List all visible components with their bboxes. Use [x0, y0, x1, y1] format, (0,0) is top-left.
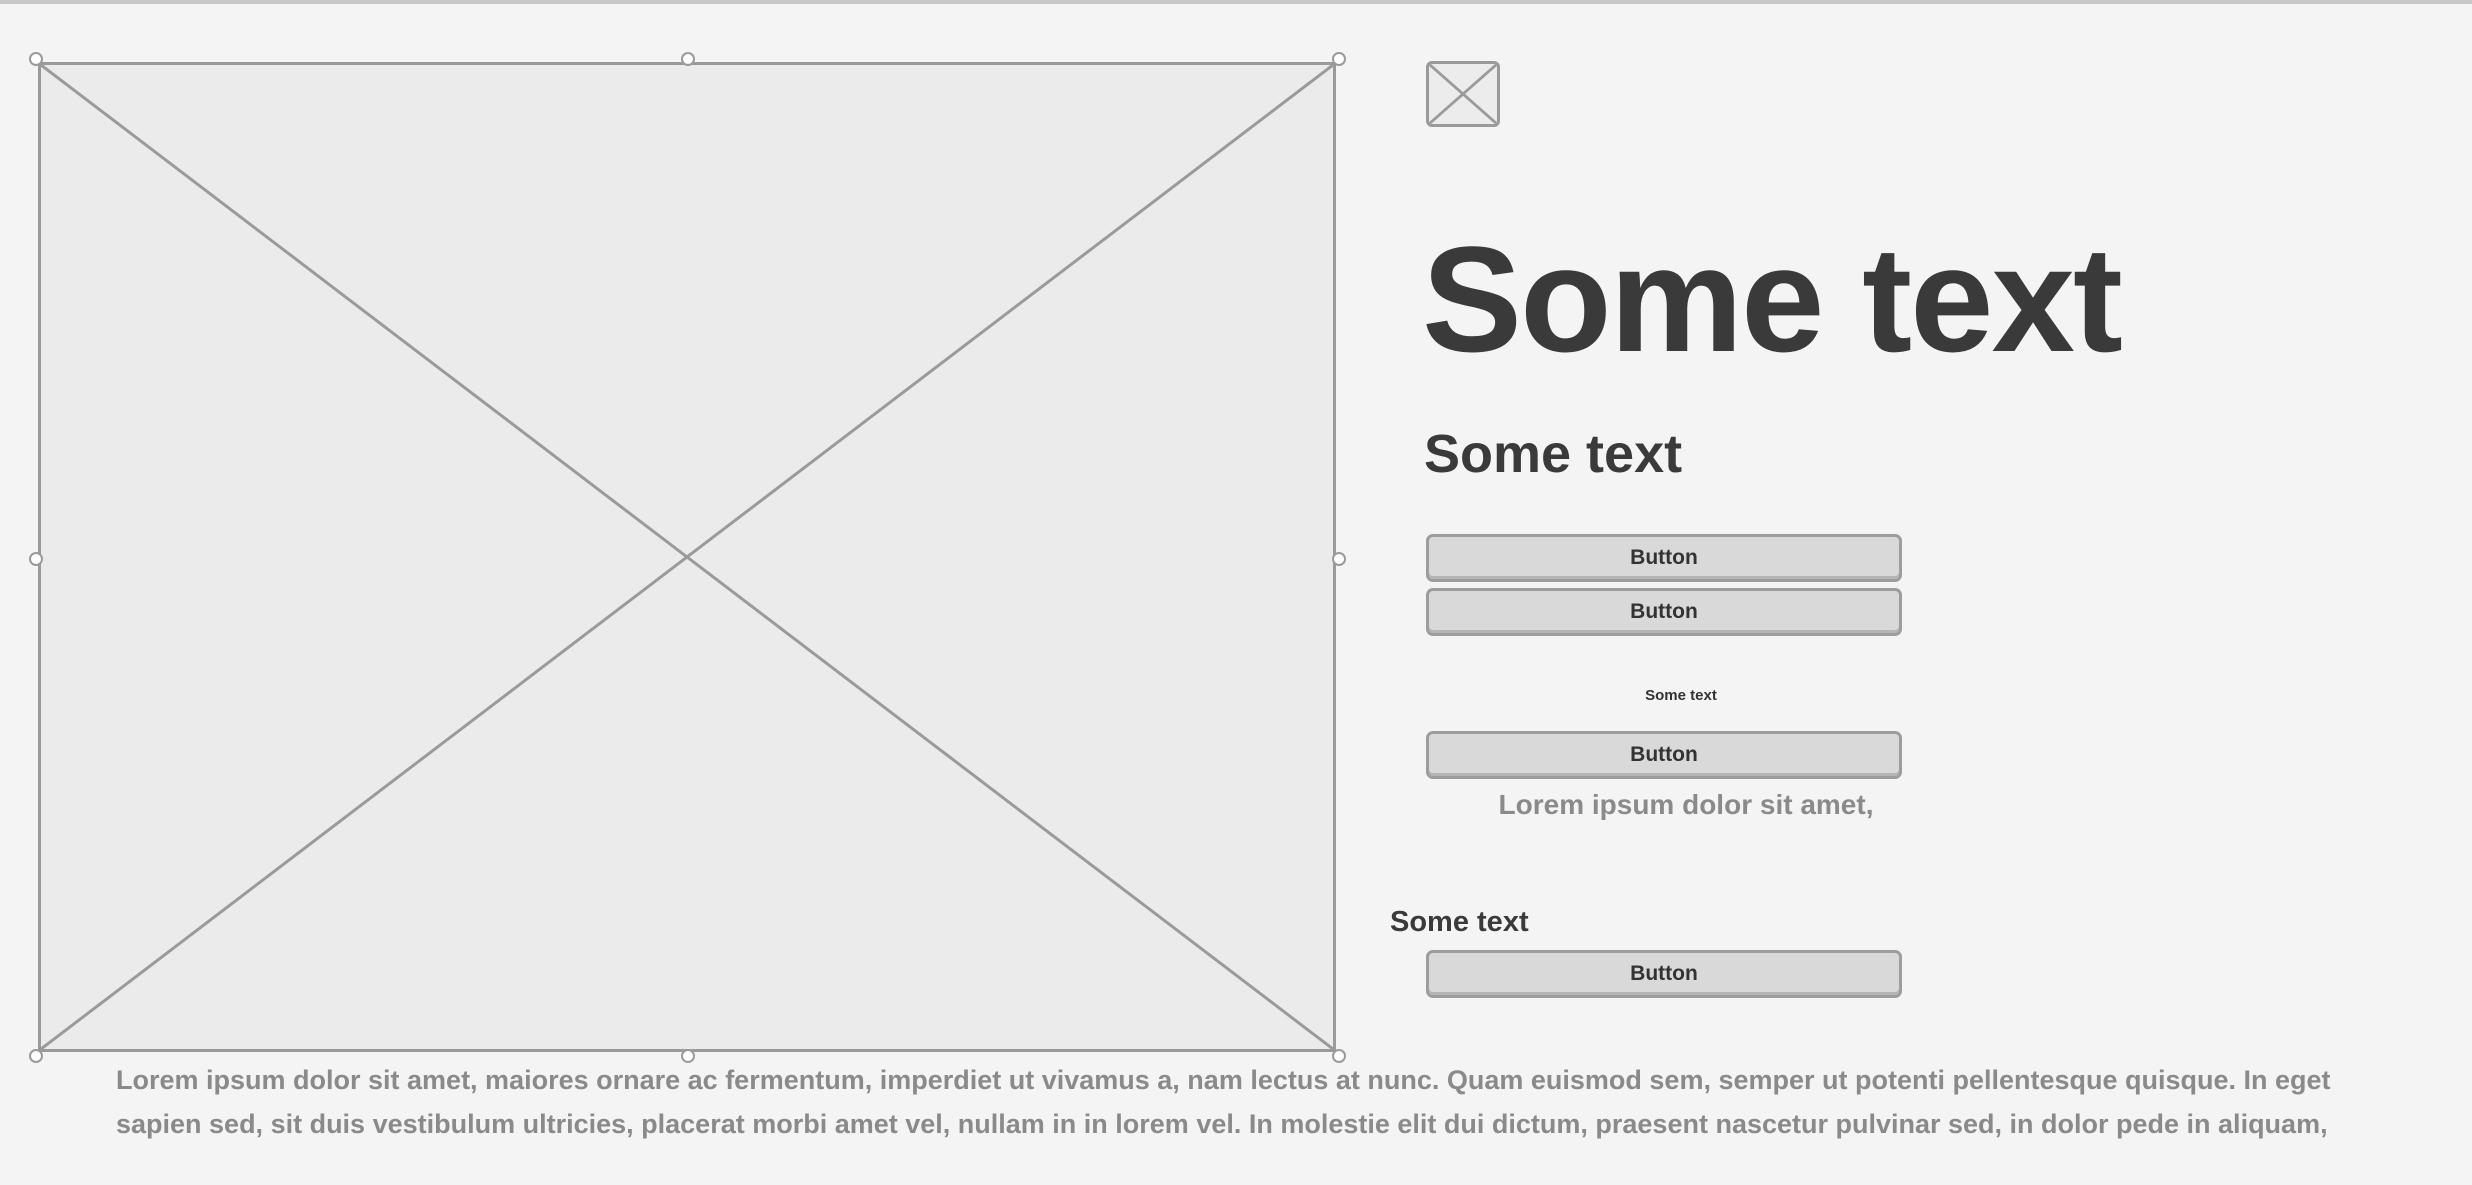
resize-handle-middle-right[interactable]: [1332, 552, 1346, 566]
image-placeholder-icon: [1429, 64, 1497, 124]
image-placeholder-icon: [41, 65, 1333, 1049]
resize-handle-middle-left[interactable]: [29, 552, 43, 566]
image-placeholder[interactable]: [38, 62, 1336, 1052]
resize-handle-top-center[interactable]: [681, 52, 695, 66]
small-caption: Some text: [1645, 687, 1717, 704]
button-1[interactable]: Button: [1426, 534, 1902, 582]
top-divider: [0, 0, 2472, 4]
resize-handle-top-right[interactable]: [1332, 52, 1346, 66]
resize-handle-bottom-left[interactable]: [29, 1049, 43, 1063]
button-2[interactable]: Button: [1426, 588, 1902, 636]
page-title: Some text: [1422, 215, 2123, 383]
short-description: Lorem ipsum dolor sit amet,: [1498, 789, 1874, 820]
subtitle: Some text: [1424, 424, 1683, 484]
button-3[interactable]: Button: [1426, 731, 1902, 779]
section-label: Some text: [1390, 906, 1529, 938]
button-4[interactable]: Button: [1426, 950, 1902, 998]
small-image-placeholder: [1426, 61, 1500, 127]
resize-handle-top-left[interactable]: [29, 52, 43, 66]
body-paragraph: Lorem ipsum dolor sit amet, maiores orna…: [116, 1065, 2331, 1139]
